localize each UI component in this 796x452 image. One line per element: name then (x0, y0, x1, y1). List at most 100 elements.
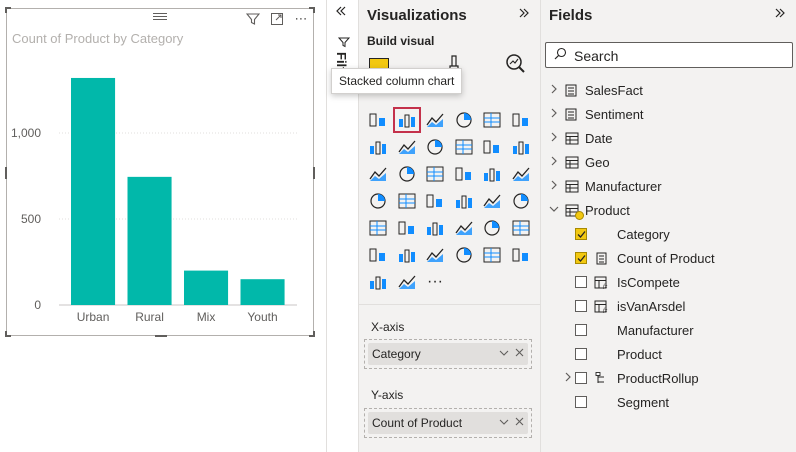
chevron-right-icon[interactable] (547, 132, 561, 145)
field-segment[interactable]: Segment (541, 390, 796, 414)
field-iscompete[interactable]: fx IsCompete (541, 270, 796, 294)
y-axis-well[interactable]: Count of Product (364, 408, 532, 438)
field-manufacturer[interactable]: Manufacturer (541, 318, 796, 342)
field-label: Count of Product (617, 250, 715, 266)
field-category[interactable]: Category (541, 222, 796, 246)
bar-rural[interactable] (127, 176, 172, 305)
bar-urban[interactable] (71, 77, 116, 306)
table-product[interactable]: Product (541, 198, 796, 222)
bar-youth[interactable] (240, 279, 285, 305)
kpi-icon[interactable] (365, 216, 391, 240)
table-date[interactable]: Date (541, 126, 796, 150)
qa-icon[interactable] (422, 243, 448, 267)
report-canvas: ⋯ Count of Product by Category 0 500 1,000… (0, 0, 326, 452)
field-checkbox[interactable] (575, 228, 587, 240)
chevron-right-icon[interactable] (547, 108, 561, 121)
field-checkbox[interactable] (575, 324, 587, 336)
ribbon-chart-icon[interactable] (508, 135, 534, 159)
table-salesfact[interactable]: SalesFact (541, 78, 796, 102)
chevron-right-icon[interactable] (561, 372, 575, 385)
remove-field-icon[interactable] (515, 417, 524, 429)
power-automate-icon[interactable] (394, 270, 420, 294)
pie-chart-icon[interactable] (451, 162, 477, 186)
y-axis-field-chip[interactable]: Count of Product (368, 412, 528, 434)
search-input[interactable] (574, 47, 784, 65)
paginated-report-icon[interactable] (479, 243, 505, 267)
field-count-of-product[interactable]: Count of Product (541, 246, 796, 270)
collapse-visualizations-icon[interactable] (518, 6, 530, 23)
field-isvanarsdel[interactable]: fx isVanArsdel (541, 294, 796, 318)
chevron-right-icon[interactable] (547, 84, 561, 97)
power-apps-icon[interactable] (365, 270, 391, 294)
r-script-icon[interactable] (479, 216, 505, 240)
column-chart-visual[interactable]: ⋯ Count of Product by Category 0 500 1,000… (5, 7, 315, 337)
table-geo[interactable]: Geo (541, 150, 796, 174)
x-axis-label: X-axis (371, 320, 405, 334)
more-visuals-icon[interactable]: ··· (422, 270, 448, 294)
gauge-icon[interactable] (451, 189, 477, 213)
field-checkbox[interactable] (575, 276, 587, 288)
field-productrollup[interactable]: ProductRollup (541, 366, 796, 390)
y-tick-label: 1,000 (11, 126, 41, 140)
table-sentiment[interactable]: Sentiment (541, 102, 796, 126)
resize-handle-right[interactable] (313, 167, 315, 179)
svg-text:fx: fx (603, 283, 608, 289)
x-tick-label: Mix (197, 310, 216, 324)
clustered-bar-chart-icon[interactable] (422, 108, 448, 132)
slicer-icon[interactable] (394, 216, 420, 240)
field-checkbox[interactable] (575, 348, 587, 360)
100-stacked-column-chart-icon[interactable] (508, 108, 534, 132)
bar-mix[interactable] (184, 270, 229, 305)
expand-filters-icon[interactable] (335, 4, 347, 21)
chevron-right-icon[interactable] (547, 156, 561, 169)
decomposition-tree-icon[interactable] (394, 243, 420, 267)
stacked-column-chart-icon[interactable] (392, 107, 421, 133)
field-checkbox[interactable] (575, 396, 587, 408)
line-and-clustered-column-icon[interactable] (479, 135, 505, 159)
card-icon[interactable] (479, 189, 505, 213)
table-label: Manufacturer (585, 178, 662, 194)
line-and-stacked-column-icon[interactable] (451, 135, 477, 159)
scatter-chart-icon[interactable] (422, 162, 448, 186)
filled-map-icon[interactable] (394, 189, 420, 213)
100-stacked-bar-chart-icon[interactable] (479, 108, 505, 132)
collapse-fields-icon[interactable] (774, 6, 786, 23)
fields-search-box[interactable] (545, 42, 793, 68)
field-checkbox[interactable] (575, 300, 587, 312)
visualizations-title: Visualizations (367, 7, 467, 24)
analytics-tab[interactable] (503, 52, 527, 76)
waterfall-chart-icon[interactable] (365, 162, 391, 186)
shape-map-icon[interactable] (422, 189, 448, 213)
table-visual-icon[interactable] (422, 216, 448, 240)
key-influencers-icon[interactable] (365, 243, 391, 267)
smart-narrative-icon[interactable] (451, 243, 477, 267)
field-checkbox[interactable] (575, 252, 587, 264)
arcgis-map-icon[interactable] (508, 243, 534, 267)
treemap-icon[interactable] (508, 162, 534, 186)
python-visual-icon[interactable] (508, 216, 534, 240)
line-chart-icon[interactable] (365, 135, 391, 159)
clustered-column-chart-icon[interactable] (451, 108, 477, 132)
no-icon (593, 395, 611, 409)
field-product[interactable]: Product (541, 342, 796, 366)
map-icon[interactable] (365, 189, 391, 213)
donut-chart-icon[interactable] (479, 162, 505, 186)
chevron-right-icon[interactable] (547, 180, 561, 193)
chevron-down-icon[interactable] (547, 204, 561, 217)
x-axis-well[interactable]: Category (364, 339, 532, 369)
multi-row-card-icon[interactable] (508, 189, 534, 213)
chevron-down-icon[interactable] (499, 417, 509, 430)
x-axis-field-chip[interactable]: Category (368, 343, 528, 365)
stacked-area-chart-icon[interactable] (422, 135, 448, 159)
area-chart-icon[interactable] (394, 135, 420, 159)
hierarchy-icon (593, 371, 611, 385)
field-checkbox[interactable] (575, 372, 587, 384)
resize-handle-bottom[interactable] (155, 335, 167, 337)
chevron-down-icon[interactable] (499, 348, 509, 361)
table-manufacturer[interactable]: Manufacturer (541, 174, 796, 198)
stacked-bar-chart-icon[interactable] (365, 108, 391, 132)
remove-field-icon[interactable] (515, 348, 524, 360)
funnel-icon[interactable] (394, 162, 420, 186)
matrix-icon[interactable] (451, 216, 477, 240)
no-icon (593, 227, 611, 241)
